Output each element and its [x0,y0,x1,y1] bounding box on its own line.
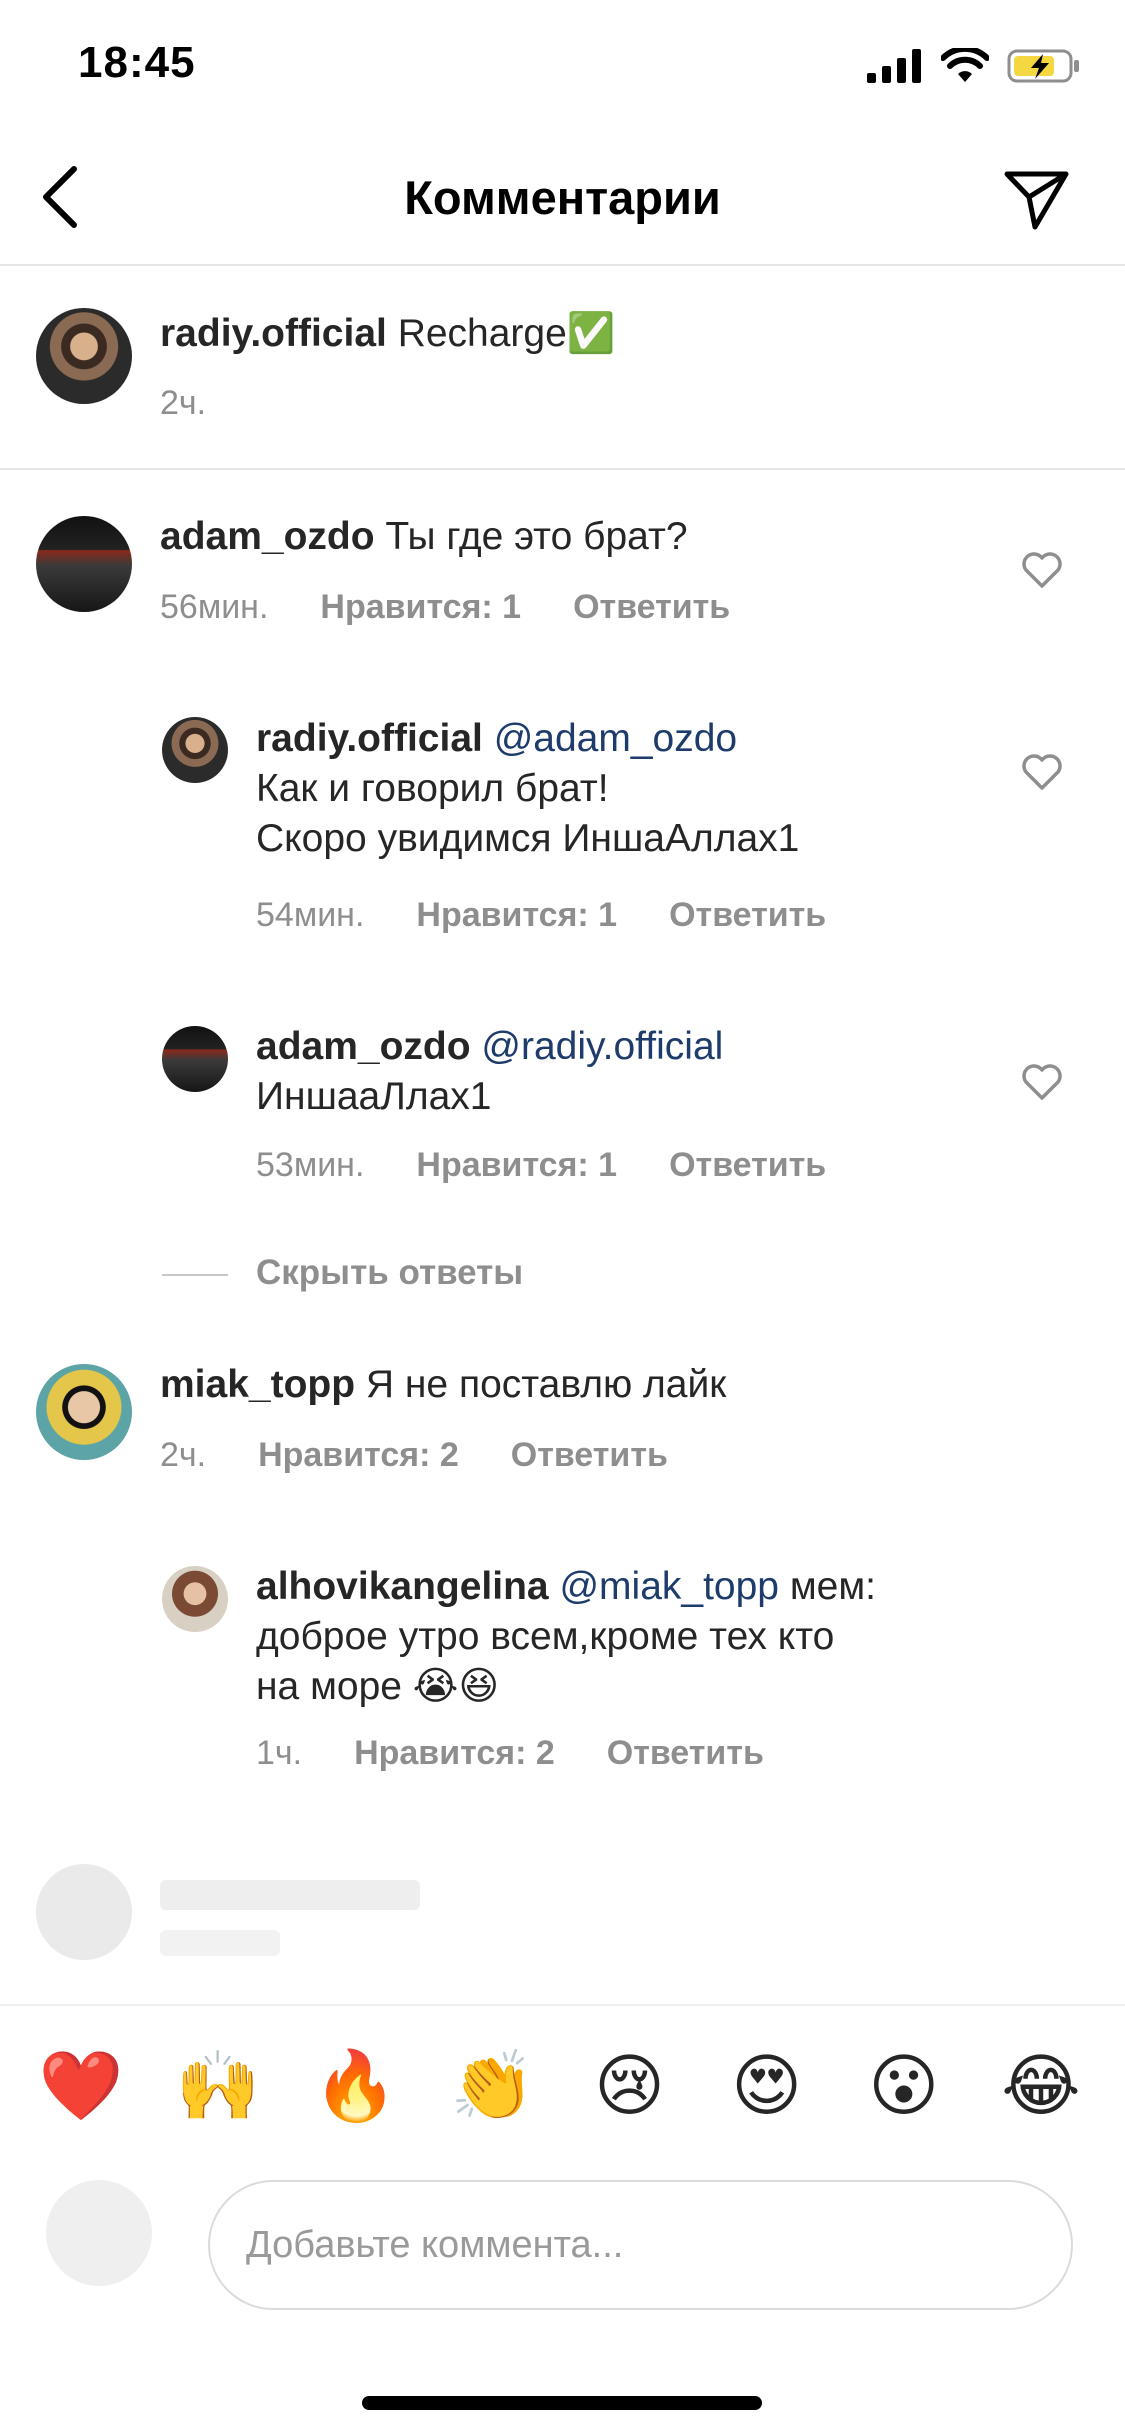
status-icons [867,48,1081,84]
avatar[interactable] [162,717,228,783]
comment-text: miak_topp Я не поставлю лайк [160,1360,726,1410]
avatar[interactable] [162,1026,228,1092]
comment-username[interactable]: adam_ozdo [256,1025,471,1068]
mention-link[interactable]: @adam_ozdo [494,717,737,760]
comment-username[interactable]: miak_topp [160,1363,355,1406]
avatar[interactable] [162,1566,228,1632]
comment-body: Я не поставлю лайк [365,1363,727,1406]
avatar [46,2180,152,2286]
likes-count[interactable]: Нравится: 2 [354,1734,555,1773]
reply-button[interactable]: Ответить [573,588,730,627]
mention-link[interactable]: @radiy.official [481,1025,723,1068]
post-time: 2ч. [160,384,207,422]
heart-outline-icon[interactable] [1020,548,1064,592]
comment-input-container[interactable] [208,2180,1073,2310]
comment-body: ИншааЛлах1 [256,1075,492,1118]
hide-replies-button[interactable]: Скрыть ответы [256,1253,523,1293]
comment-meta: 1ч. Нравится: 2 Ответить [256,1734,764,1773]
avatar[interactable] [36,308,132,404]
page-title: Комментарии [404,171,721,224]
avatar[interactable] [36,1364,132,1460]
emoji-clapping-hands[interactable]: 👏 [447,2046,537,2126]
comment-body: на море 😭😆 [256,1665,500,1708]
emoji-crying-face[interactable]: 😢 [585,2046,675,2126]
comment-text: radiy.official @adam_ozdo Как и говорил … [256,714,799,864]
status-time: 18:45 [78,38,196,87]
post-caption: radiy.official Recharge✅ [160,309,615,359]
post-username[interactable]: radiy.official [160,312,387,355]
emoji-surprised-face[interactable]: 😮 [859,2046,949,2126]
comment-text: adam_ozdo Ты где это брат? [160,512,688,562]
reply-button[interactable]: Ответить [607,1734,764,1773]
comment-meta: 54мин. Нравится: 1 Ответить [256,896,826,935]
header-divider [0,264,1125,266]
comment-meta: 56мин. Нравится: 1 Ответить [160,588,730,627]
comment-meta: 2ч. Нравится: 2 Ответить [160,1436,668,1475]
comment-username[interactable]: adam_ozdo [160,515,375,558]
emoji-row: ❤️ 🙌 🔥 👏 😢 😍 😮 😂 [36,2046,1086,2126]
signal-icon [867,49,921,83]
mention-link[interactable]: @miak_topp [559,1565,779,1608]
comment-meta: 53мин. Нравится: 1 Ответить [256,1146,826,1185]
comment-body: Как и говорил брат! [256,767,609,810]
emoji-heart[interactable]: ❤️ [36,2046,126,2126]
post-caption-text: Recharge✅ [397,312,616,355]
battery-charging-icon [1007,49,1079,83]
heart-outline-icon[interactable] [1020,750,1064,794]
comment-body: доброе утро всем,кроме тех кто [256,1615,835,1658]
send-button[interactable] [997,160,1077,240]
comment-body: Ты где это брат? [385,515,688,558]
placeholder-line [160,1880,420,1910]
comment-time: 1ч. [256,1734,303,1772]
comment-time: 2ч. [160,1436,207,1474]
comment-time: 54мин. [256,896,365,934]
placeholder-line [160,1930,280,1956]
comment-body: Скоро увидимся ИншаАллах1 [256,817,800,860]
comment-time: 53мин. [256,1146,365,1184]
comment-username[interactable]: alhovikangelina [256,1565,549,1608]
likes-count[interactable]: Нравится: 1 [416,896,617,935]
likes-count[interactable]: Нравится: 1 [416,1146,617,1185]
likes-count[interactable]: Нравится: 1 [320,588,521,627]
emoji-heart-eyes[interactable]: 😍 [722,2046,812,2126]
heart-outline-icon[interactable] [1020,1060,1064,1104]
comment-input[interactable] [210,2182,1071,2308]
reply-button[interactable]: Ответить [511,1436,668,1475]
emoji-tears-of-joy[interactable]: 😂 [996,2046,1086,2126]
hide-replies-line [162,1274,228,1276]
likes-count[interactable]: Нравится: 2 [258,1436,459,1475]
paper-plane-icon [1004,171,1069,230]
avatar[interactable] [36,516,132,612]
post-divider [0,468,1125,470]
reply-button[interactable]: Ответить [669,896,826,935]
comment-username[interactable]: radiy.official [256,717,483,760]
reply-button[interactable]: Ответить [669,1146,826,1185]
comment-text: adam_ozdo @radiy.official ИншааЛлах1 [256,1022,723,1122]
comment-body: мем: [789,1565,876,1608]
wifi-icon [941,48,989,82]
comment-text: alhovikangelina @miak_topp мем: доброе у… [256,1562,1016,1712]
comment-time: 56мин. [160,588,269,626]
emoji-raising-hands[interactable]: 🙌 [173,2046,263,2126]
emoji-fire[interactable]: 🔥 [310,2046,400,2126]
home-indicator [362,2396,762,2410]
avatar [36,1864,132,1960]
